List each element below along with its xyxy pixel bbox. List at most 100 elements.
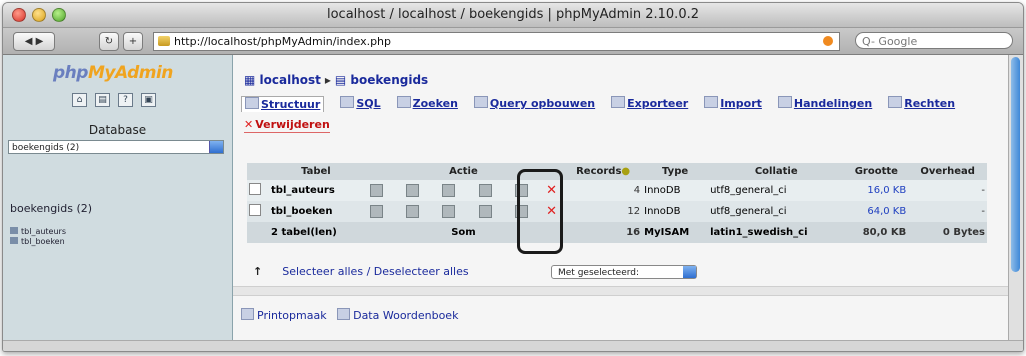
- sidebar-table-label: tbl_auteurs: [21, 227, 66, 236]
- tab-structuur[interactable]: Structuur: [241, 96, 325, 112]
- rss-icon[interactable]: [823, 36, 833, 46]
- sidebar-table-item[interactable]: tbl_boeken: [10, 237, 66, 247]
- home-icon[interactable]: ⌂: [72, 93, 87, 107]
- drop-column-highlight: [517, 169, 563, 254]
- insert-icon[interactable]: [478, 204, 492, 218]
- tab-bar: Structuur SQL Zoeken Query opbouwen Expo…: [241, 96, 955, 112]
- query-icon: [473, 96, 488, 108]
- divider: [233, 286, 1009, 296]
- browser-window: localhost / localhost / boekengids | php…: [2, 2, 1024, 352]
- help-icon[interactable]: ●: [621, 166, 630, 177]
- column-header: Collatie: [708, 163, 845, 180]
- tab-verwijderen[interactable]: ✕ Verwijderen: [244, 118, 330, 133]
- structure-icon[interactable]: [406, 204, 420, 218]
- add-bookmark-button[interactable]: +: [123, 32, 143, 51]
- tab-label: Query opbouwen: [489, 97, 596, 110]
- action-cell: [471, 201, 508, 222]
- database-heading[interactable]: boekengids (2): [10, 202, 92, 215]
- logo-php-text: php: [53, 63, 88, 83]
- size-cell[interactable]: 64,0 KB: [844, 201, 909, 222]
- action-cell: [362, 180, 400, 201]
- records-cell: 4: [564, 180, 643, 201]
- sidebar-table-item[interactable]: tbl_auteurs: [10, 227, 66, 237]
- breadcrumb-database[interactable]: boekengids: [350, 73, 428, 87]
- data-dictionary-link[interactable]: Data Woordenboek: [353, 309, 458, 322]
- breadcrumb-server[interactable]: localhost: [260, 73, 321, 87]
- summary-size: 80,0 KB: [844, 222, 909, 243]
- tab-label: Zoeken: [412, 97, 458, 110]
- sql-window-icon[interactable]: ▤: [95, 93, 110, 107]
- select-arrow-icon: [209, 141, 223, 153]
- column-header: Overhead: [908, 163, 987, 180]
- back-forward-button[interactable]: ◀ ▶: [13, 32, 55, 51]
- browse-icon[interactable]: [369, 204, 383, 218]
- table-name[interactable]: tbl_auteurs: [269, 180, 363, 201]
- tab-label: Rechten: [904, 97, 956, 110]
- database-select[interactable]: boekengids (2): [8, 140, 224, 154]
- tab-label: Import: [720, 97, 762, 110]
- main-frame: ▦ localhost ▸ ▤ boekengids Structuur SQL Z…: [233, 55, 1009, 351]
- row-checkbox[interactable]: [249, 183, 261, 195]
- column-header-label: Records: [576, 166, 622, 177]
- phpmyadmin-logo[interactable]: phpMyAdmin: [53, 63, 173, 83]
- documentation-icon[interactable]: ?: [118, 93, 133, 107]
- tab-query-opbouwen[interactable]: Query opbouwen: [473, 96, 596, 112]
- tab-import[interactable]: Import: [704, 96, 762, 112]
- tab-label: Exporteer: [627, 97, 689, 110]
- scrollbar-thumb[interactable]: [1011, 57, 1020, 272]
- action-cell: [362, 201, 400, 222]
- dictionary-icon: [337, 308, 351, 320]
- selection-separator: /: [366, 265, 371, 278]
- table-name[interactable]: tbl_boeken: [269, 201, 363, 222]
- logo-myadmin-text: MyAdmin: [87, 63, 173, 83]
- navigation-frame: phpMyAdmin ⌂ ▤ ? ▣ Database boekengids (…: [3, 55, 233, 351]
- breadcrumb: ▦ localhost ▸ ▤ boekengids: [244, 73, 428, 87]
- tab-exporteer[interactable]: Exporteer: [611, 96, 688, 112]
- row-checkbox[interactable]: [249, 204, 261, 216]
- bottom-links: Printopmaak Data Woordenboek: [241, 308, 458, 322]
- collation-cell: utf8_general_ci: [708, 180, 845, 201]
- collation-cell: utf8_general_ci: [708, 201, 845, 222]
- select-all-link[interactable]: Selecteer alles: [282, 265, 363, 278]
- structure-icon: [245, 97, 259, 109]
- column-header[interactable]: Tabel: [269, 163, 363, 180]
- tab-rechten[interactable]: Rechten: [888, 96, 955, 112]
- database-select-value: boekengids (2): [12, 143, 80, 153]
- with-selected-dropdown[interactable]: Met geselecteerd:: [551, 265, 697, 279]
- print-view-link[interactable]: Printopmaak: [257, 309, 327, 322]
- reload-button[interactable]: ↻: [99, 32, 119, 51]
- search-icon: [396, 96, 411, 108]
- search-icon[interactable]: [442, 183, 456, 197]
- selection-controls: ↑ Selecteer alles / Deselecteer alles: [253, 265, 469, 278]
- browser-toolbar: ◀ ▶ ↻ + http://localhost/phpMyAdmin/inde…: [3, 28, 1023, 55]
- search-icon[interactable]: [442, 204, 456, 218]
- size-cell[interactable]: 16,0 KB: [844, 180, 909, 201]
- browse-icon[interactable]: [369, 183, 383, 197]
- tab-sql[interactable]: SQL: [340, 96, 381, 112]
- address-bar[interactable]: http://localhost/phpMyAdmin/index.php: [153, 32, 840, 51]
- deselect-all-link[interactable]: Deselecteer alles: [374, 265, 469, 278]
- page-content: phpMyAdmin ⌂ ▤ ? ▣ Database boekengids (…: [3, 55, 1023, 351]
- tab-zoeken[interactable]: Zoeken: [396, 96, 458, 112]
- breadcrumb-separator: ▸: [324, 73, 331, 87]
- summary-type: MyISAM: [642, 222, 709, 243]
- row-checkbox-cell: [247, 201, 269, 222]
- vertical-scrollbar[interactable]: [1008, 55, 1023, 351]
- title-bar: localhost / localhost / boekengids | php…: [3, 3, 1023, 28]
- row-checkbox-cell: [247, 180, 269, 201]
- structure-icon[interactable]: [406, 183, 420, 197]
- column-header[interactable]: Records●: [564, 163, 643, 180]
- tab-handelingen[interactable]: Handelingen: [777, 96, 872, 112]
- insert-icon[interactable]: [478, 183, 492, 197]
- query-window-icon[interactable]: ▣: [141, 93, 156, 107]
- table-icon: [10, 227, 18, 234]
- table-row: tbl_auteurs ✕ 4 InnoDB utf8_general_ci 1…: [247, 180, 987, 201]
- database-icon: ▤: [334, 73, 351, 87]
- drop-icon: ✕: [244, 118, 254, 131]
- search-field[interactable]: Q- Google: [855, 32, 1013, 49]
- action-cell: [399, 201, 436, 222]
- tab-label: SQL: [356, 97, 381, 110]
- privileges-icon: [888, 96, 903, 108]
- sql-icon: [340, 96, 355, 108]
- export-icon: [611, 96, 626, 108]
